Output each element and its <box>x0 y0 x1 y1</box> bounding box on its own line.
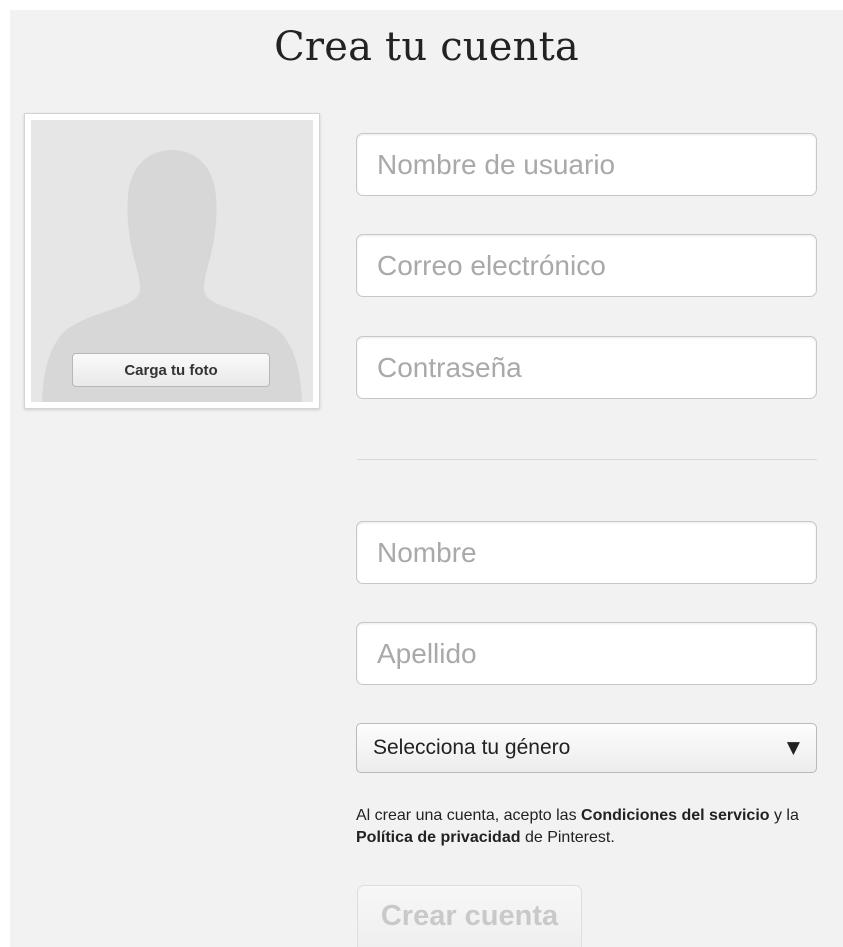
first-name-input[interactable] <box>356 521 817 584</box>
last-name-input[interactable] <box>356 622 817 685</box>
form-divider <box>357 459 817 460</box>
password-input[interactable] <box>356 336 817 399</box>
gender-select-value: Selecciona tu género <box>373 736 571 759</box>
profile-photo-placeholder: Carga tu foto <box>31 120 313 402</box>
create-account-button[interactable]: Crear cuenta <box>357 885 582 947</box>
privacy-policy-link[interactable]: Política de privacidad <box>356 829 521 846</box>
gender-select[interactable]: Selecciona tu género ▼ <box>356 723 817 773</box>
terms-notice: Al crear una cuenta, acepto las Condicio… <box>356 805 817 849</box>
upload-photo-button[interactable]: Carga tu foto <box>72 353 270 387</box>
username-input[interactable] <box>356 133 817 196</box>
profile-photo-frame: Carga tu foto <box>24 113 320 409</box>
terms-of-service-link[interactable]: Condiciones del servicio <box>581 807 770 824</box>
terms-prefix: Al crear una cuenta, acepto las <box>356 807 582 824</box>
signup-page: Crea tu cuenta Carga tu foto Selecciona … <box>10 10 843 947</box>
terms-suffix: de Pinterest. <box>520 829 615 846</box>
email-input[interactable] <box>356 234 817 297</box>
triangle-down-icon: ▼ <box>786 738 800 758</box>
terms-middle: y la <box>769 807 799 824</box>
page-title: Crea tu cuenta <box>274 24 579 70</box>
